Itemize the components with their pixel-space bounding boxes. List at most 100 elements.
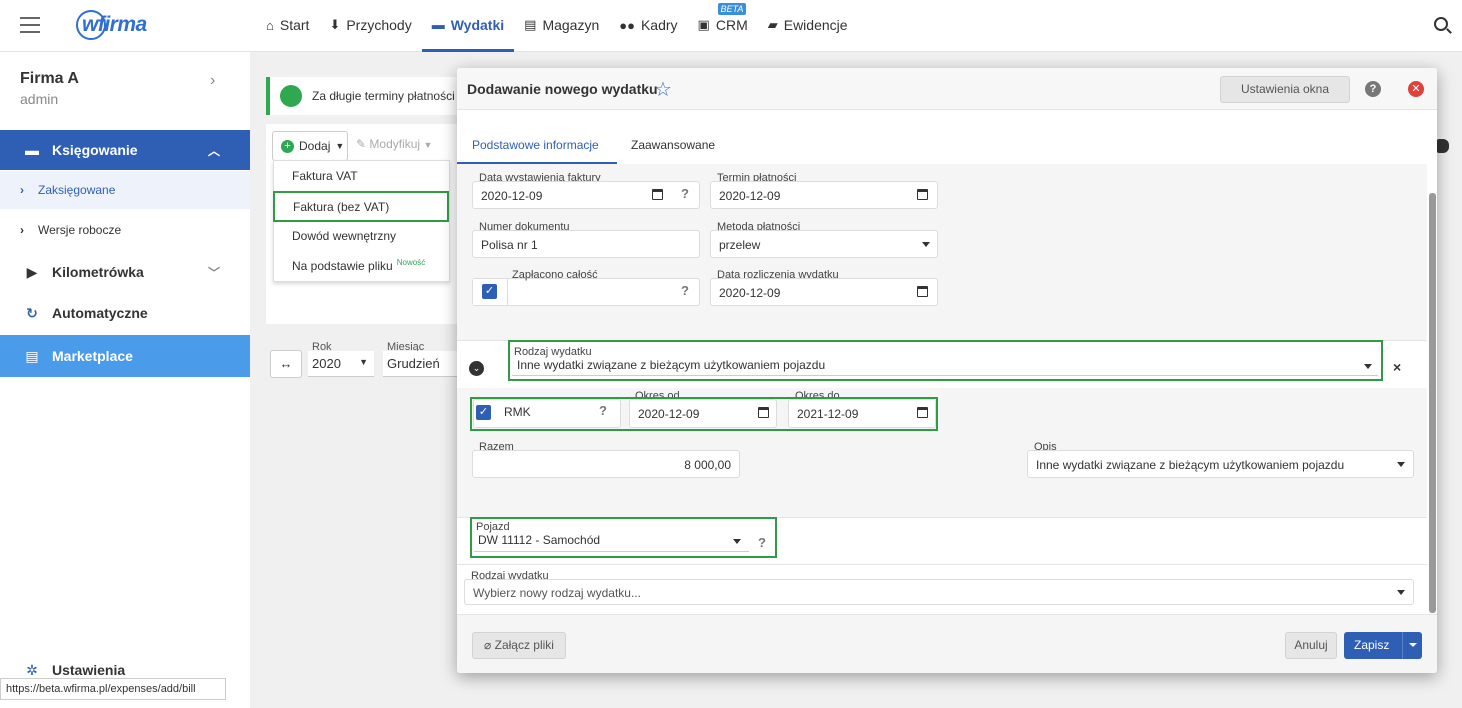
menu-item-na-podstawie-pliku[interactable]: Na podstawie pliku Nowość: [274, 251, 451, 281]
search-icon[interactable]: [1434, 17, 1448, 31]
nav-label: Kadry: [640, 17, 678, 33]
attach-files-button[interactable]: ⌀ Załącz pliki: [472, 632, 566, 659]
sidebar-item-wersje-robocze[interactable]: › Wersje robocze: [0, 211, 250, 249]
issue-date-input[interactable]: 2020-12-09: [472, 181, 700, 209]
tag-icon[interactable]: [1437, 139, 1449, 153]
period-to-input[interactable]: 2021-12-09: [788, 399, 936, 428]
caret-down-icon: ▼: [423, 140, 433, 150]
modal-scrollbar[interactable]: [1429, 193, 1436, 613]
description-select[interactable]: Inne wydatki związane z bieżącym użytkow…: [1027, 450, 1414, 478]
attach-label: Załącz pliki: [494, 638, 554, 652]
modify-button[interactable]: ✎ Modyfikuj ▼: [356, 137, 432, 151]
year-select[interactable]: 2020 ▼: [308, 351, 374, 377]
paid-in-full-checkbox[interactable]: ✓: [482, 284, 497, 299]
add-button[interactable]: + Dodaj ▼: [272, 131, 348, 161]
modal-body: Data wystawienia faktury 2020-12-09 ? Te…: [457, 164, 1427, 614]
calendar-icon[interactable]: [758, 407, 769, 418]
paperclip-icon: ⌀: [484, 638, 492, 652]
tab-zaawansowane[interactable]: Zaawansowane: [631, 138, 715, 152]
sidebar-item-automatyczne[interactable]: ↻ Automatyczne: [0, 293, 250, 333]
total-value: 8 000,00: [684, 458, 731, 472]
payment-method-value: przelew: [719, 238, 761, 252]
chevron-up-icon: ︿: [207, 143, 220, 158]
hamburger-menu-icon[interactable]: [20, 17, 40, 33]
due-date-input[interactable]: 2020-12-09: [710, 181, 938, 209]
month-select[interactable]: Grudzień: [383, 351, 457, 377]
help-icon[interactable]: ?: [1365, 81, 1381, 97]
add-dropdown-menu: Faktura VAT Faktura (bez VAT) Dowód wewn…: [273, 160, 450, 282]
question-icon[interactable]: ?: [599, 403, 607, 418]
settlement-date-input[interactable]: 2020-12-09: [710, 278, 938, 306]
document-number-input[interactable]: Polisa nr 1: [472, 230, 700, 258]
sidebar-item-marketplace[interactable]: ▤ Marketplace: [0, 335, 250, 377]
banner-text: Za długie terminy płatności: [312, 89, 455, 103]
question-icon[interactable]: ?: [681, 186, 689, 201]
question-icon[interactable]: ?: [758, 535, 766, 550]
sidebar-label: Kilometrówka: [52, 264, 144, 280]
new-badge: Nowość: [396, 257, 426, 267]
calendar-icon[interactable]: [917, 189, 928, 200]
caret-down-icon: ▼: [359, 357, 368, 367]
nav-start[interactable]: ⌂ Start: [256, 0, 319, 50]
remove-x-icon[interactable]: ×: [1393, 359, 1401, 375]
cart-icon: ▤: [25, 347, 39, 364]
expense-type-select[interactable]: Inne wydatki związane z bieżącym użytkow…: [512, 358, 1378, 376]
total-input[interactable]: 8 000,00: [472, 450, 740, 478]
calendar-icon[interactable]: [917, 407, 928, 418]
nav-ewidencje[interactable]: ▰ Ewidencje: [758, 0, 858, 50]
crm-icon: ▣: [697, 17, 710, 32]
sidebar-item-ksiegowanie[interactable]: ▬ Księgowanie ︿: [0, 130, 250, 170]
expand-arrows-icon[interactable]: ↔: [270, 350, 302, 378]
main-nav: ⌂ Start ⬇ Przychody ▬ Wydatki ▤ Magazyn ●● Ka…: [256, 0, 858, 52]
sidebar-item-zaksiegowane[interactable]: › Zaksięgowane: [0, 171, 250, 209]
payment-method-select[interactable]: przelew: [710, 230, 938, 258]
minus-square-icon: ▬: [25, 142, 39, 158]
modal-title: Dodawanie nowego wydatku: [467, 81, 658, 97]
period-from-value: 2020-12-09: [638, 407, 700, 421]
nav-crm[interactable]: BETA ▣ CRM: [688, 0, 758, 50]
new-expense-type-placeholder: Wybierz nowy rodzaj wydatku...: [473, 586, 641, 600]
logo[interactable]: wfirma: [76, 8, 147, 42]
issue-date-value: 2020-12-09: [481, 189, 543, 203]
rmk-label: RMK: [504, 405, 531, 419]
star-icon[interactable]: ☆: [654, 77, 672, 102]
close-icon[interactable]: ✕: [1408, 81, 1424, 97]
caret-down-icon: [1397, 590, 1405, 595]
sidebar-label: Automatyczne: [52, 305, 148, 321]
warehouse-icon: ▤: [524, 17, 537, 32]
nav-kadry[interactable]: ●● Kadry: [609, 0, 687, 50]
paid-in-full-label: Zapłacono całość: [512, 269, 598, 281]
chevron-right-icon[interactable]: ›: [210, 72, 215, 90]
sidebar: Firma A admin › ▬ Księgowanie ︿ › Zaksię…: [0, 52, 250, 708]
cancel-button[interactable]: Anuluj: [1285, 632, 1337, 659]
nav-label: CRM: [715, 17, 748, 33]
vehicle-select[interactable]: DW 11112 - Samochód: [474, 533, 749, 552]
new-expense-type-select[interactable]: Wybierz nowy rodzaj wydatku...: [464, 579, 1414, 605]
nav-wydatki[interactable]: ▬ Wydatki: [421, 0, 515, 52]
window-settings-button[interactable]: Ustawienia okna: [1220, 76, 1350, 103]
chevron-down-icon: ﹀: [207, 265, 220, 280]
menu-label: Faktura (bez VAT): [293, 199, 390, 214]
hand-money-icon: [280, 85, 302, 107]
status-bar-url: https://beta.wfirma.pl/expenses/add/bill: [0, 678, 226, 700]
top-bar: wfirma ⌂ Start ⬇ Przychody ▬ Wydatki ▤ Magaz…: [0, 0, 1462, 52]
rmk-checkbox[interactable]: ✓: [476, 405, 491, 420]
nav-magazyn[interactable]: ▤ Magazyn: [514, 0, 609, 50]
period-from-input[interactable]: 2020-12-09: [629, 399, 777, 428]
tab-podstawowe-informacje[interactable]: Podstawowe informacje: [472, 138, 599, 152]
settlement-date-value: 2020-12-09: [719, 286, 781, 300]
chevron-circle-down-icon[interactable]: ⌄: [469, 361, 484, 376]
sidebar-item-kilometrowka[interactable]: ▶ Kilometrówka ﹀: [0, 252, 250, 292]
company-switcher[interactable]: Firma A admin: [20, 70, 79, 107]
question-icon[interactable]: ?: [681, 283, 689, 298]
calendar-icon[interactable]: [917, 286, 928, 297]
save-options-caret-icon[interactable]: [1402, 632, 1422, 659]
calendar-icon[interactable]: [652, 189, 663, 200]
menu-item-faktura-bez-vat[interactable]: Faktura (bez VAT): [273, 191, 449, 222]
filter-area: [266, 336, 466, 696]
save-button[interactable]: Zapisz: [1344, 632, 1422, 659]
menu-item-faktura-vat[interactable]: Faktura VAT: [274, 161, 451, 191]
menu-item-dowod-wewnetrzny[interactable]: Dowód wewnętrzny: [274, 221, 451, 251]
chevron-right-icon: ›: [20, 183, 24, 197]
nav-przychody[interactable]: ⬇ Przychody: [319, 0, 421, 50]
